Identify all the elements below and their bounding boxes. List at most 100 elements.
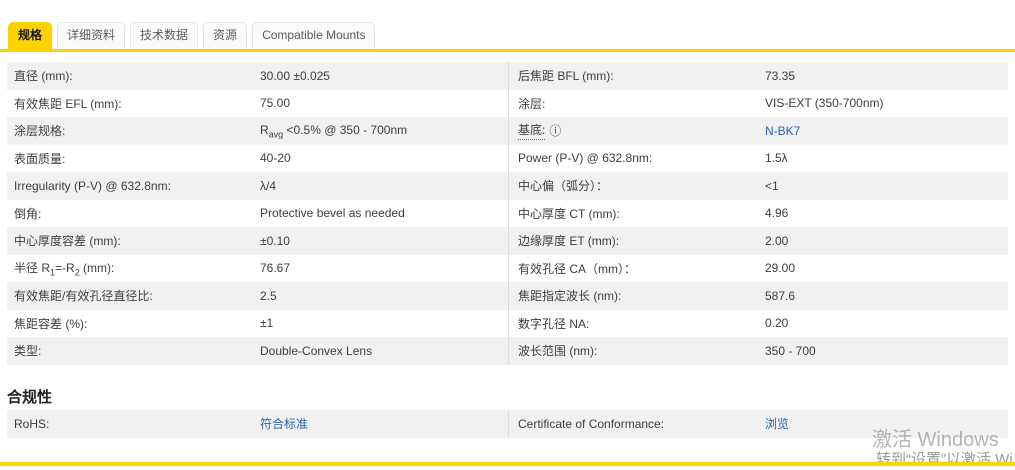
spec-value: 350 - 700 [765,343,816,358]
spec-value-cell: 2.00 [765,234,1008,248]
spec-value-cell: 76.67 [260,261,508,275]
spec-value-cell: 4.96 [765,206,1008,220]
spec-label: 基底: [518,121,546,141]
spec-label: 中心厚度容差 (mm): [14,234,121,249]
spec-label: 直径 (mm): [14,69,73,84]
spec-row: 直径 (mm): 30.00 ±0.025 后焦距 BFL (mm): 73.35 [7,62,1008,90]
spec-label-cell: 半径 R1=-R2 (mm): [7,259,260,277]
spec-value-link[interactable]: N-BK7 [765,124,800,138]
spec-value-cell: 0.20 [765,316,1008,330]
spec-label-cell: 直径 (mm): [7,67,260,84]
spec-value: 587.6 [765,288,796,303]
spec-value-cell: ±0.10 [260,234,508,248]
spec-row: 中心厚度容差 (mm): ±0.10 边缘厚度 ET (mm): 2.00 [7,227,1008,255]
spec-value: 4.96 [765,206,789,221]
spec-value: λ/4 [260,178,277,193]
spec-label-cell: 焦距容差 (%): [7,315,260,332]
spec-label-cell: 中心厚度容差 (mm): [7,232,260,249]
spec-row: 有效焦距/有效孔径直径比: 2.5 焦距指定波长 (nm): 587.6 [7,282,1008,310]
tab-technical-data[interactable]: 技术数据 [130,22,199,49]
spec-value: Protective bevel as needed [260,206,405,221]
spec-row: 有效焦距 EFL (mm): 75.00 涂层: VIS-EXT (350-700nm… [7,89,1008,117]
spec-label-cell: 后焦距 BFL (mm): [508,62,765,90]
spec-label-cell: 波长范围 (nm): [508,337,765,365]
tab-resources[interactable]: 资源 [203,22,248,49]
spec-row: 涂层规格: Ravg <0.5% @ 350 - 700nm 基底: ⓘ N-BK7 [7,117,1008,145]
spec-label: 倒角: [14,206,42,221]
spec-label: Irregularity (P-V) @ 632.8nm: [14,178,171,193]
info-icon[interactable]: ⓘ [549,122,561,139]
spec-label-cell: 边缘厚度 ET (mm): [508,227,765,255]
spec-value-cell: 40-20 [260,151,508,165]
tab-compatible-mounts[interactable]: Compatible Mounts [252,22,376,49]
spec-value: 76.67 [260,261,291,276]
tab-bar: 规格 详细资料 技术数据 资源 Compatible Mounts [0,0,1015,52]
spec-value: 40-20 [260,151,291,166]
spec-value: 1.5λ [765,151,788,166]
compliance-heading: 合规性 [7,389,53,406]
spec-row: RoHS: 符合标准 Certificate of Conformance: 浏览 [7,410,1008,438]
spec-label: 涂层: [518,96,546,111]
spec-label-cell: Power (P-V) @ 632.8nm: [508,144,765,172]
spec-value: VIS-EXT (350-700nm) [765,96,884,111]
spec-value: 29.00 [765,261,796,276]
spec-value-cell: 30.00 ±0.025 [260,69,508,83]
spec-value: 0.20 [765,316,789,331]
spec-value: Ravg <0.5% @ 350 - 700nm [260,122,408,139]
spec-row: 倒角: Protective bevel as needed 中心厚度 CT (mm… [7,199,1008,227]
spec-label-cell: 倒角: [7,205,260,222]
spec-value-cell: N-BK7 [765,124,1008,138]
spec-label-cell: 有效孔径 CA（mm）： [508,254,765,282]
spec-value-cell: Ravg <0.5% @ 350 - 700nm [260,123,508,139]
spec-label-cell: 焦距指定波长 (nm): [508,282,765,310]
spec-value: <1 [765,178,779,193]
spec-label-cell: 涂层规格: [7,122,260,139]
spec-row: 表面质量: 40-20 Power (P-V) @ 632.8nm: 1.5λ [7,144,1008,172]
spec-label-cell: 基底: ⓘ [508,117,765,145]
spec-value-link[interactable]: 浏览 [765,417,789,431]
compliance-table: RoHS: 符合标准 Certificate of Conformance: 浏览 [7,410,1008,438]
spec-label-cell: RoHS: [7,417,260,431]
spec-label: 有效焦距/有效孔径直径比: [14,289,153,304]
spec-value-cell: 符合标准 [260,415,508,432]
tabs-accent-underline [0,49,1015,52]
spec-value-cell: Protective bevel as needed [260,206,508,220]
spec-label: 涂层规格: [14,124,66,139]
spec-label: 类型: [14,344,42,359]
spec-label: 中心偏（弧分）： [518,179,609,194]
spec-value-cell: 73.35 [765,69,1008,83]
spec-label: Certificate of Conformance: [518,416,665,431]
spec-row: 半径 R1=-R2 (mm): 76.67 有效孔径 CA（mm）： 29.00 [7,254,1008,282]
tab-details[interactable]: 详细资料 [57,22,126,49]
spec-label: RoHS: [14,416,50,431]
spec-label-cell: 表面质量: [7,150,260,167]
spec-label: Power (P-V) @ 632.8nm: [518,151,653,166]
spec-value-cell: 1.5λ [765,151,1008,165]
spec-value: Double-Convex Lens [260,343,373,358]
spec-value-cell: 2.5 [260,289,508,303]
spec-value-cell: 587.6 [765,289,1008,303]
spec-label: 焦距指定波长 (nm): [518,289,622,304]
spec-value: 2.5 [260,288,277,303]
bottom-accent-bar [0,462,1015,466]
spec-label-cell: Certificate of Conformance: [508,410,765,438]
spec-value-cell: <1 [765,179,1008,193]
spec-label-cell: 涂层: [508,89,765,117]
spec-value-link[interactable]: 符合标准 [260,417,308,431]
spec-value-cell: ±1 [260,316,508,330]
spec-label: 中心厚度 CT (mm): [518,206,620,221]
spec-label: 波长范围 (nm): [518,344,598,359]
spec-value: ±0.10 [260,233,290,248]
tab-specs[interactable]: 规格 [8,22,53,49]
tabs-row: 规格 详细资料 技术数据 资源 Compatible Mounts [0,0,1015,49]
spec-label: 有效焦距 EFL (mm): [14,96,122,111]
spec-value-cell: 350 - 700 [765,344,1008,358]
spec-value: 75.00 [260,96,291,111]
spec-label: 有效孔径 CA（mm）： [518,261,636,276]
spec-label-cell: 有效焦距/有效孔径直径比: [7,287,260,304]
spec-label-cell: 类型: [7,342,260,359]
spec-value: 30.00 ±0.025 [260,68,330,83]
spec-value-cell: λ/4 [260,179,508,193]
spec-value: 73.35 [765,68,796,83]
spec-value: 2.00 [765,233,789,248]
